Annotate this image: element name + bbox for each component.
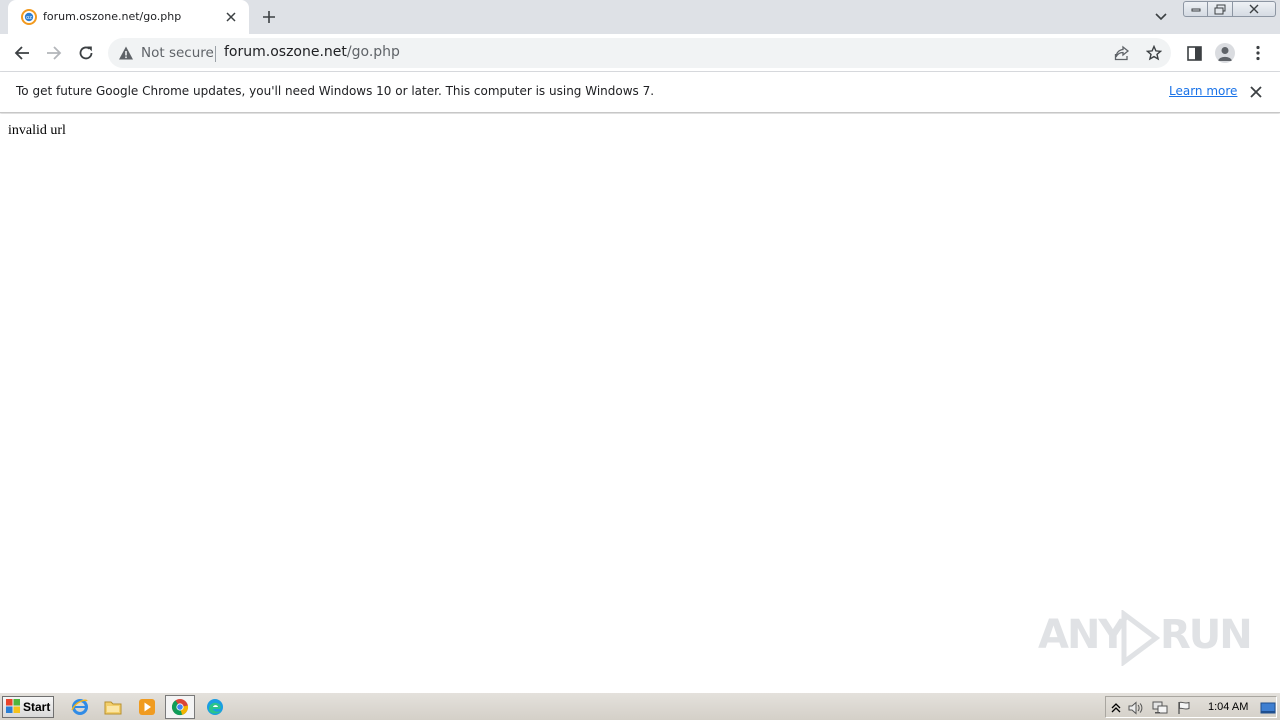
windows-logo-icon — [6, 698, 20, 717]
browser-toolbar: Not secure forum.oszone.net/go.php — [0, 34, 1280, 72]
menu-icon[interactable] — [1247, 42, 1269, 64]
plus-icon[interactable] — [259, 7, 279, 27]
url-text[interactable]: forum.oszone.net/go.php — [224, 44, 400, 60]
url-host: forum.oszone.net — [224, 44, 347, 60]
close-icon[interactable] — [1233, 1, 1276, 17]
tab-strip: oz forum.oszone.net/go.php — [0, 0, 1280, 34]
minimize-icon[interactable] — [1183, 1, 1208, 17]
volume-icon[interactable] — [1128, 700, 1144, 716]
share-icon[interactable] — [1114, 45, 1130, 61]
show-hidden-icons-icon[interactable] — [1108, 700, 1124, 716]
star-icon[interactable] — [1146, 45, 1162, 61]
chevron-down-icon[interactable] — [1152, 9, 1170, 25]
restore-icon[interactable] — [1208, 1, 1233, 17]
browser-tab[interactable]: oz forum.oszone.net/go.php — [8, 0, 249, 34]
internet-explorer-icon[interactable] — [70, 697, 90, 717]
system-tray: 1:04 AM — [1105, 696, 1277, 718]
edge-icon[interactable] — [205, 697, 225, 717]
folder-icon[interactable] — [103, 697, 123, 717]
start-label: Start — [23, 700, 51, 714]
chrome-icon[interactable] — [165, 695, 195, 719]
url-path: /go.php — [346, 44, 400, 60]
watermark-text-left: ANY — [1038, 612, 1127, 658]
divider — [215, 46, 216, 62]
profile-icon[interactable] — [1214, 42, 1236, 64]
page-body-text: invalid url — [8, 123, 66, 138]
page-content: invalid url ANY RUN — [0, 114, 1280, 691]
address-bar[interactable]: Not secure forum.oszone.net/go.php — [108, 38, 1171, 68]
anyrun-watermark: ANY RUN — [1038, 608, 1253, 672]
taskbar: Start 1:04 AM — [0, 692, 1280, 720]
update-infobar: To get future Google Chrome updates, you… — [0, 72, 1280, 113]
network-icon[interactable] — [1152, 700, 1168, 716]
action-center-flag-icon[interactable] — [1176, 700, 1192, 716]
back-icon[interactable] — [11, 42, 33, 64]
start-button[interactable]: Start — [2, 696, 54, 718]
forward-icon[interactable] — [43, 42, 65, 64]
oszone-favicon-icon: oz — [21, 9, 37, 25]
tab-title: forum.oszone.net/go.php — [43, 10, 182, 23]
side-panel-icon[interactable] — [1183, 42, 1205, 64]
svg-text:oz: oz — [26, 15, 32, 21]
watermark-text-right: RUN — [1160, 612, 1253, 658]
infobar-close-icon[interactable] — [1247, 83, 1265, 101]
infobar-message: To get future Google Chrome updates, you… — [16, 84, 655, 98]
reload-icon[interactable] — [75, 42, 97, 64]
play-logo-icon — [1121, 610, 1160, 666]
security-chip[interactable]: Not secure — [141, 45, 214, 61]
show-desktop-icon[interactable] — [1259, 700, 1277, 716]
media-player-icon[interactable] — [137, 697, 157, 717]
warning-icon[interactable] — [118, 45, 134, 61]
tab-close-icon[interactable] — [223, 9, 239, 25]
learn-more-link[interactable]: Learn more — [1169, 84, 1237, 98]
clock[interactable]: 1:04 AM — [1208, 701, 1248, 713]
screen: oz forum.oszone.net/go.php Not secure fo… — [0, 0, 1280, 720]
